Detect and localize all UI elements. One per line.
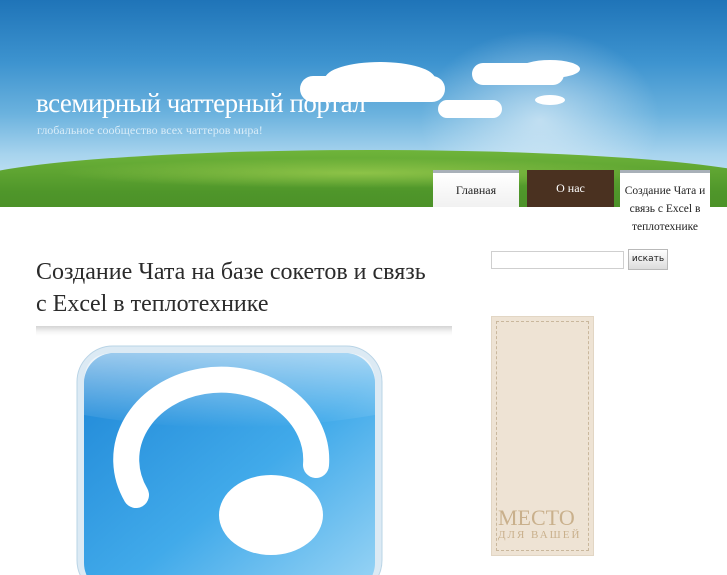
title-divider (36, 326, 452, 336)
cloud (520, 60, 580, 78)
nav-item-home[interactable]: Главная (433, 170, 519, 207)
search-input[interactable] (491, 251, 624, 269)
site-header: всемирный чаттерный портал глобальное со… (0, 0, 727, 207)
ad-text-line1: МЕСТО (498, 505, 575, 530)
chat-app-icon (76, 345, 383, 575)
site-description: глобальное сообщество всех чаттеров мира… (37, 123, 263, 137)
nav-item-about[interactable]: О нас (527, 170, 614, 207)
post-title[interactable]: Создание Чата на базе сокетов и связь с … (36, 256, 436, 320)
cloud (438, 100, 502, 118)
ad-text-line2: ДЛЯ ВАШЕЙ (498, 529, 582, 541)
site-title[interactable]: всемирный чаттерный портал (36, 88, 366, 119)
cloud (535, 95, 565, 105)
ad-placeholder[interactable]: МЕСТО ДЛЯ ВАШЕЙ (491, 316, 594, 556)
nav-item-post[interactable]: Создание Чата и связь с Excel в теплотех… (620, 170, 710, 251)
search-button[interactable]: искать (628, 249, 668, 270)
